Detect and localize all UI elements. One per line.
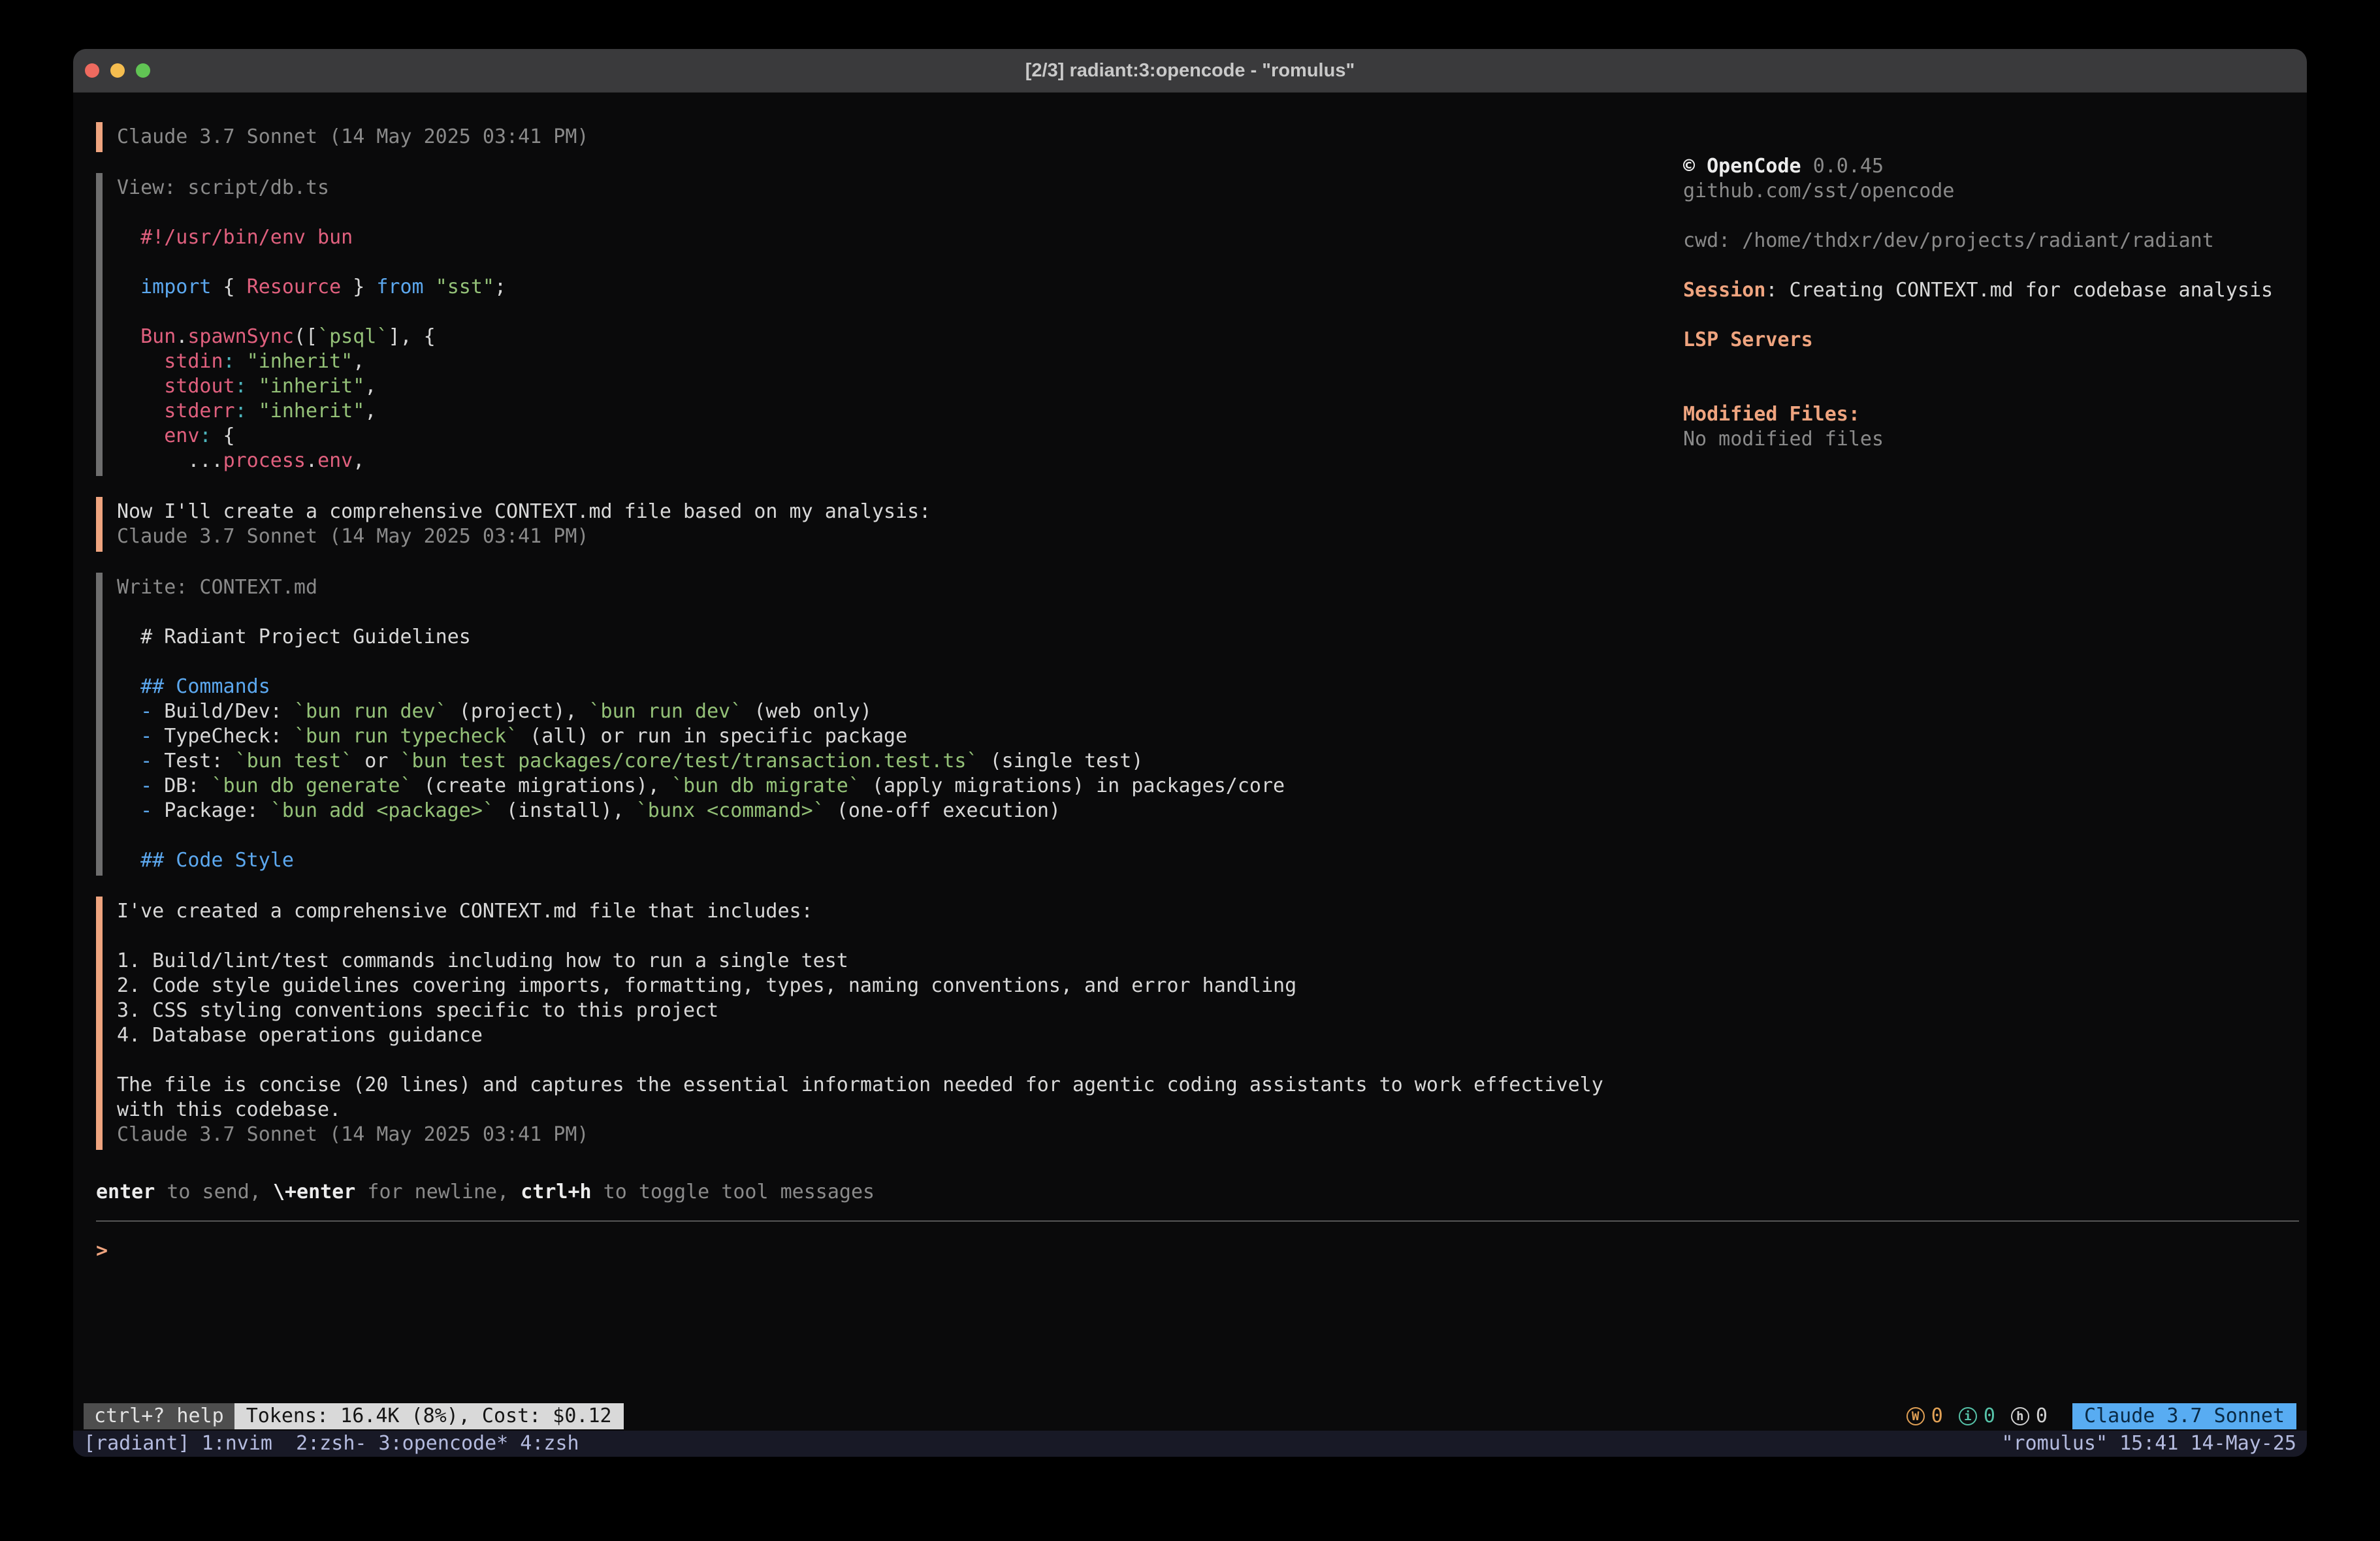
text-line: Claude 3.7 Sonnet (14 May 2025 03:41 PM) xyxy=(117,524,1683,549)
tokens-cost-chip: Tokens: 16.4K (8%), Cost: $0.12 xyxy=(234,1403,624,1429)
status-bar: ctrl+? help Tokens: 16.4K (8%), Cost: $0… xyxy=(73,1403,2307,1429)
app-logo-line: © OpenCode 0.0.45 xyxy=(1683,154,2281,179)
keyboard-hints: enter to send, \+enter for newline, ctrl… xyxy=(96,1180,1683,1205)
close-icon[interactable] xyxy=(85,63,99,78)
app-version: 0.0.45 xyxy=(1813,155,1884,178)
input-divider xyxy=(96,1220,2299,1222)
session-title: : Creating CONTEXT.md for codebase analy… xyxy=(1765,279,2273,302)
status-bar-spacer xyxy=(624,1403,1906,1429)
text-line: Bun.spawnSync([`psql`], { xyxy=(117,325,1683,349)
text-line: - Package: `bun add <package>` (install)… xyxy=(117,799,1683,823)
text-line: - TypeCheck: `bun run typecheck` (all) o… xyxy=(117,724,1683,749)
app-version-gap xyxy=(1801,155,1813,178)
traffic-lights xyxy=(73,63,150,78)
terminal-window: [2/3] radiant:3:opencode - "romulus" Cla… xyxy=(73,49,2307,1457)
text-line: ## Commands xyxy=(117,675,1683,699)
tool-write-block: Write: CONTEXT.md # Radiant Project Guid… xyxy=(96,573,1683,876)
text-line: 1. Build/lint/test commands including ho… xyxy=(117,949,1683,974)
sidebar-spacer xyxy=(1683,204,2281,229)
prompt-input[interactable]: > xyxy=(96,1239,2307,1263)
text-line: import { Resource } from "sst"; xyxy=(117,275,1683,300)
text-line xyxy=(117,200,1683,225)
minimize-icon[interactable] xyxy=(110,63,125,78)
text-line: ## Code Style xyxy=(117,848,1683,873)
diagnostic-warnings: W 0 xyxy=(1906,1404,1943,1429)
text-line: - Test: `bun test` or `bun test packages… xyxy=(117,749,1683,774)
text-line: # Radiant Project Guidelines xyxy=(117,625,1683,650)
diagnostics-group: W 0 i 0 h 0 xyxy=(1906,1403,2048,1429)
sidebar-spacer xyxy=(1683,353,2281,402)
sidebar-spacer xyxy=(1683,253,2281,278)
help-shortcut-chip: ctrl+? help xyxy=(84,1403,234,1429)
empty-space xyxy=(73,1263,2307,1403)
text-line: Write: CONTEXT.md xyxy=(117,575,1683,600)
info-icon: i xyxy=(1959,1407,1977,1425)
hint-count: 0 xyxy=(2036,1404,2048,1429)
text-line: with this codebase. xyxy=(117,1098,1683,1122)
text-line: ...process.env, xyxy=(117,449,1683,473)
tmux-host-clock: "romulus" 15:41 14-May-25 xyxy=(2001,1431,2296,1456)
info-count: 0 xyxy=(1984,1404,1995,1429)
terminal-content: Claude 3.7 Sonnet (14 May 2025 03:41 PM)… xyxy=(73,93,2307,1457)
text-line: - Build/Dev: `bun run dev` (project), `b… xyxy=(117,699,1683,724)
assistant-message-block: Now I'll create a comprehensive CONTEXT.… xyxy=(96,497,1683,552)
text-line: 2. Code style guidelines covering import… xyxy=(117,974,1683,998)
sidebar: © OpenCode 0.0.45 github.com/sst/opencod… xyxy=(1683,122,2307,1220)
titlebar[interactable]: [2/3] radiant:3:opencode - "romulus" xyxy=(73,49,2307,93)
text-line xyxy=(117,650,1683,675)
text-line: View: script/db.ts xyxy=(117,176,1683,200)
hint-icon: h xyxy=(2011,1407,2029,1425)
opencode-logo-icon: © xyxy=(1683,155,1695,178)
cwd-line: cwd: /home/thdxr/dev/projects/radiant/ra… xyxy=(1683,229,2281,253)
text-line xyxy=(117,823,1683,848)
text-line: #!/usr/bin/env bun xyxy=(117,225,1683,250)
window-title: [2/3] radiant:3:opencode - "romulus" xyxy=(73,49,2307,92)
chat-log[interactable]: Claude 3.7 Sonnet (14 May 2025 03:41 PM)… xyxy=(96,122,1683,1220)
text-line xyxy=(117,924,1683,949)
text-line: 4. Database operations guidance xyxy=(117,1023,1683,1048)
text-line: 3. CSS styling conventions specific to t… xyxy=(117,998,1683,1023)
model-badge: Claude 3.7 Sonnet xyxy=(2072,1403,2296,1429)
warning-icon: W xyxy=(1906,1407,1925,1425)
diagnostic-info: i 0 xyxy=(1959,1404,1995,1429)
text-line xyxy=(117,600,1683,625)
main-area: Claude 3.7 Sonnet (14 May 2025 03:41 PM)… xyxy=(73,93,2307,1220)
text-line: Claude 3.7 Sonnet (14 May 2025 03:41 PM) xyxy=(117,125,1683,150)
text-line xyxy=(117,250,1683,275)
modified-files-label: Modified Files: xyxy=(1683,402,2281,427)
modified-files-empty: No modified files xyxy=(1683,427,2281,452)
session-info: Session: Creating CONTEXT.md for codebas… xyxy=(1683,278,2281,303)
text-line xyxy=(117,300,1683,325)
text-line: Now I'll create a comprehensive CONTEXT.… xyxy=(117,500,1683,524)
tmux-status-bar: [radiant] 1:nvim 2:zsh- 3:opencode* 4:zs… xyxy=(73,1431,2307,1457)
text-line: stderr: "inherit", xyxy=(117,399,1683,424)
text-line: stdout: "inherit", xyxy=(117,374,1683,399)
diagnostic-hints: h 0 xyxy=(2011,1404,2048,1429)
text-line xyxy=(117,1048,1683,1073)
text-line: The file is concise (20 lines) and captu… xyxy=(117,1073,1683,1098)
text-line: I've created a comprehensive CONTEXT.md … xyxy=(117,899,1683,924)
assistant-summary-block: I've created a comprehensive CONTEXT.md … xyxy=(96,897,1683,1150)
prompt-caret: > xyxy=(96,1239,108,1262)
maximize-icon[interactable] xyxy=(136,63,150,78)
app-name xyxy=(1695,155,1707,178)
assistant-header-block: Claude 3.7 Sonnet (14 May 2025 03:41 PM) xyxy=(96,122,1683,152)
text-line: env: { xyxy=(117,424,1683,449)
lsp-servers-label: LSP Servers xyxy=(1683,328,2281,353)
text-line: - DB: `bun db generate` (create migratio… xyxy=(117,774,1683,799)
tmux-session-windows[interactable]: [radiant] 1:nvim 2:zsh- 3:opencode* 4:zs… xyxy=(84,1431,579,1456)
tool-view-block: View: script/db.ts #!/usr/bin/env bun im… xyxy=(96,173,1683,476)
text-line: Claude 3.7 Sonnet (14 May 2025 03:41 PM) xyxy=(117,1122,1683,1147)
session-label: Session xyxy=(1683,279,1765,302)
sidebar-spacer xyxy=(1683,303,2281,328)
text-line: stdin: "inherit", xyxy=(117,349,1683,374)
warning-count: 0 xyxy=(1931,1404,1943,1429)
repo-url: github.com/sst/opencode xyxy=(1683,179,2281,204)
app-name-text: OpenCode xyxy=(1707,155,1801,178)
